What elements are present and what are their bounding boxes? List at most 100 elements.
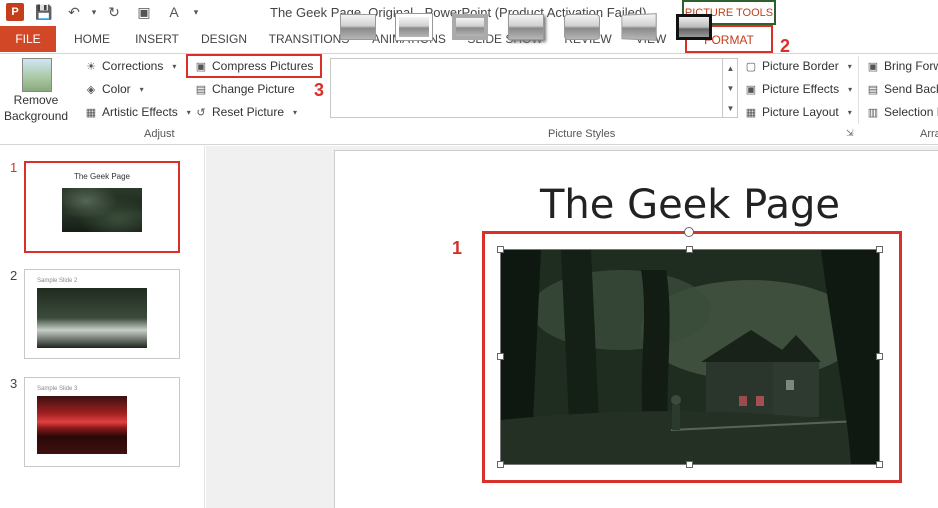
picture-border-label: Picture Border bbox=[762, 59, 839, 73]
annotation-number: 1 bbox=[452, 238, 463, 258]
picture-effects-icon: ▣ bbox=[745, 83, 757, 96]
picture-style-option[interactable] bbox=[448, 9, 492, 45]
selection-pane-icon: ▥ bbox=[867, 106, 879, 119]
resize-handle-top-right[interactable] bbox=[876, 246, 883, 253]
reset-picture-icon: ↺ bbox=[196, 106, 206, 119]
thumb-slide-title: The Geek Page bbox=[73, 172, 131, 181]
picture-style-option-selected[interactable] bbox=[672, 9, 716, 45]
dialog-launcher-icon[interactable]: ⇲ bbox=[846, 128, 854, 139]
bring-forward-icon: ▣ bbox=[867, 60, 879, 73]
from-beginning-icon[interactable]: ▣ bbox=[134, 3, 154, 21]
selection-pane-button[interactable]: ▥ Selection P bbox=[866, 102, 938, 122]
chevron-down-icon: ▾ bbox=[848, 84, 853, 94]
tab-insert[interactable]: INSERT bbox=[130, 26, 184, 52]
chevron-down-icon: ▾ bbox=[847, 61, 852, 71]
send-backward-icon: ▤ bbox=[867, 83, 879, 96]
powerpoint-logo-icon: P bbox=[6, 3, 24, 21]
corrections-button[interactable]: ☀ Corrections ▾ bbox=[84, 56, 181, 76]
tab-home[interactable]: HOME bbox=[66, 26, 118, 52]
chevron-down-icon: ▾ bbox=[139, 84, 144, 94]
redo-icon[interactable]: ↻ bbox=[104, 3, 124, 21]
undo-dropdown-icon[interactable]: ▾ bbox=[84, 3, 104, 21]
compress-pictures-label: Compress Pictures bbox=[212, 59, 314, 73]
change-picture-button[interactable]: ▤ Change Picture bbox=[194, 79, 295, 99]
picture-effects-button[interactable]: ▣ Picture Effects ▾ bbox=[744, 79, 857, 99]
picture-style-option[interactable] bbox=[392, 9, 436, 45]
picture-style-option[interactable] bbox=[336, 9, 380, 45]
more-styles-icon[interactable]: ▼ bbox=[727, 104, 735, 113]
reset-picture-label: Reset Picture bbox=[212, 105, 285, 119]
picture-effects-label: Picture Effects bbox=[762, 82, 840, 96]
font-size-icon[interactable]: A bbox=[164, 3, 184, 21]
chevron-down-icon: ▾ bbox=[172, 61, 177, 71]
color-label: Color bbox=[102, 82, 131, 96]
thumb-picture bbox=[37, 288, 147, 348]
arrange-group-label: Arra bbox=[920, 128, 938, 140]
picture-style-option[interactable] bbox=[504, 9, 548, 45]
send-backward-label: Send Back bbox=[884, 82, 938, 96]
resize-handle-top[interactable] bbox=[686, 246, 693, 253]
forest-house-illustration bbox=[501, 250, 879, 464]
tab-file[interactable]: FILE bbox=[0, 26, 56, 52]
slide-number: 2 bbox=[10, 268, 18, 283]
resize-handle-bottom-left[interactable] bbox=[497, 461, 504, 468]
thumb-picture bbox=[37, 396, 127, 454]
resize-handle-right[interactable] bbox=[876, 353, 883, 360]
compress-pictures-button[interactable]: ▣ Compress Pictures bbox=[194, 56, 314, 76]
picture-layout-icon: ▦ bbox=[745, 106, 757, 119]
corrections-sun-icon: ☀ bbox=[86, 60, 96, 73]
corrections-label: Corrections bbox=[102, 59, 164, 73]
gallery-scroll-controls[interactable]: ▲ ▼ ▼ bbox=[722, 58, 738, 118]
chevron-down-icon: ▾ bbox=[847, 107, 852, 117]
bring-forward-label: Bring Forw bbox=[884, 59, 938, 73]
bring-forward-button[interactable]: ▣ Bring Forw bbox=[866, 56, 938, 76]
reset-picture-button[interactable]: ↺ Reset Picture ▾ bbox=[194, 102, 302, 122]
slide-number: 3 bbox=[10, 376, 18, 391]
picture-layout-button[interactable]: ▦ Picture Layout ▾ bbox=[744, 102, 857, 122]
customize-qat-icon[interactable]: ▾ bbox=[186, 3, 206, 21]
artistic-effects-button[interactable]: ▦ Artistic Effects ▾ bbox=[84, 102, 196, 122]
resize-handle-top-left[interactable] bbox=[497, 246, 504, 253]
rotate-handle[interactable] bbox=[684, 227, 694, 237]
resize-handle-left[interactable] bbox=[497, 353, 504, 360]
thumb-slide-title: Sample Slide 3 bbox=[37, 386, 78, 392]
color-button[interactable]: ◈ Color ▾ bbox=[84, 79, 149, 99]
slide-thumbnail-1[interactable]: The Geek Page bbox=[24, 161, 180, 253]
picture-style-option[interactable] bbox=[560, 9, 604, 45]
remove-background-icon[interactable] bbox=[22, 58, 52, 92]
send-backward-button[interactable]: ▤ Send Back bbox=[866, 79, 938, 99]
picture-border-button[interactable]: ▢ Picture Border ▾ bbox=[744, 56, 857, 76]
resize-handle-bottom-right[interactable] bbox=[876, 461, 883, 468]
change-picture-label: Change Picture bbox=[212, 82, 295, 96]
thumb-picture bbox=[62, 188, 142, 232]
thumb-slide-title: Sample Slide 2 bbox=[37, 278, 78, 284]
artistic-effects-icon: ▦ bbox=[85, 106, 97, 119]
slide-thumbnail-2[interactable]: Sample Slide 2 bbox=[24, 269, 180, 359]
save-icon[interactable]: 💾 bbox=[34, 3, 54, 21]
picture-border-icon: ▢ bbox=[745, 60, 757, 73]
selection-pane-label: Selection P bbox=[884, 105, 938, 119]
scroll-down-icon[interactable]: ▼ bbox=[727, 84, 735, 93]
annotation-number: 3 bbox=[314, 80, 325, 100]
remove-background-label-line1: Remove bbox=[13, 93, 59, 107]
selected-picture[interactable] bbox=[500, 249, 880, 465]
resize-handle-bottom[interactable] bbox=[686, 461, 693, 468]
slide-number: 1 bbox=[10, 160, 18, 175]
ribbon-separator bbox=[858, 56, 859, 124]
picture-styles-gallery bbox=[330, 58, 738, 118]
chevron-down-icon: ▾ bbox=[293, 107, 298, 117]
tab-design[interactable]: DESIGN bbox=[196, 26, 252, 52]
compress-pictures-icon: ▣ bbox=[195, 60, 207, 73]
picture-style-option[interactable] bbox=[616, 9, 660, 45]
remove-background-button[interactable]: Remove Background bbox=[4, 92, 68, 124]
change-picture-icon: ▤ bbox=[195, 83, 207, 96]
undo-icon[interactable]: ↶ bbox=[64, 3, 84, 21]
adjust-group-label: Adjust bbox=[144, 128, 175, 140]
scroll-up-icon[interactable]: ▲ bbox=[727, 64, 735, 73]
picture-styles-group-label: Picture Styles bbox=[548, 128, 616, 140]
slide-title[interactable]: The Geek Page bbox=[520, 182, 860, 228]
color-palette-icon: ◈ bbox=[86, 83, 96, 96]
slide-thumbnail-3[interactable]: Sample Slide 3 bbox=[24, 377, 180, 467]
artistic-effects-label: Artistic Effects bbox=[102, 105, 178, 119]
remove-background-label-line2: Background bbox=[4, 109, 69, 123]
